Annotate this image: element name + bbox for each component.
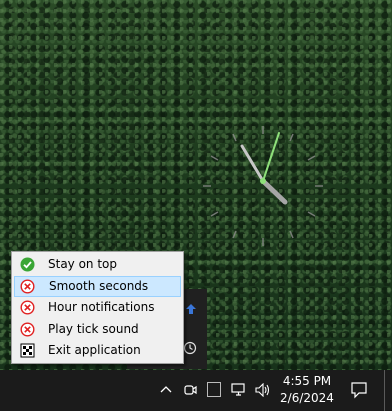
volume-icon[interactable] xyxy=(255,383,271,397)
meet-now-icon[interactable] xyxy=(183,383,197,397)
menu-item-hour-notifications[interactable]: Hour notifications xyxy=(14,297,181,319)
menu-item-stay-on-top[interactable]: Stay on top xyxy=(14,254,181,276)
clock-icon[interactable] xyxy=(183,341,197,355)
chevron-up-icon[interactable] xyxy=(160,385,172,393)
menu-item-smooth-seconds[interactable]: Smooth seconds xyxy=(14,275,181,297)
menu-item-label: Stay on top xyxy=(48,257,118,271)
app-tray-icon[interactable] xyxy=(207,382,221,397)
show-desktop-button[interactable] xyxy=(384,370,385,411)
taskbar-time: 4:55 PM xyxy=(282,374,332,388)
exit-icon xyxy=(20,343,35,358)
minute-hand xyxy=(240,144,265,183)
taskbar-clock[interactable]: 4:55 PM 2/6/2024 xyxy=(276,373,338,407)
pin-icon[interactable] xyxy=(185,303,197,317)
x-circle-icon xyxy=(20,300,35,315)
menu-item-label: Smooth seconds xyxy=(49,278,149,293)
menu-item-play-tick-sound[interactable]: Play tick sound xyxy=(14,319,181,341)
menu-item-label: Hour notifications xyxy=(48,300,155,314)
notification-icon[interactable] xyxy=(350,381,368,399)
hour-hand xyxy=(260,178,288,205)
network-icon[interactable] xyxy=(231,383,247,397)
menu-item-exit-application[interactable]: Exit application xyxy=(14,340,181,362)
menu-item-label: Play tick sound xyxy=(48,321,139,336)
check-icon xyxy=(20,257,35,272)
x-circle-icon xyxy=(20,278,35,294)
menu-item-label: Exit application xyxy=(48,343,141,357)
context-menu: Stay on top Smooth seconds Hour notifica… xyxy=(11,251,184,364)
x-circle-icon xyxy=(20,321,35,337)
second-hand xyxy=(262,132,280,182)
taskbar-date: 2/6/2024 xyxy=(280,391,334,405)
analog-clock xyxy=(203,126,323,246)
taskbar: 4:55 PM 2/6/2024 xyxy=(0,370,392,411)
